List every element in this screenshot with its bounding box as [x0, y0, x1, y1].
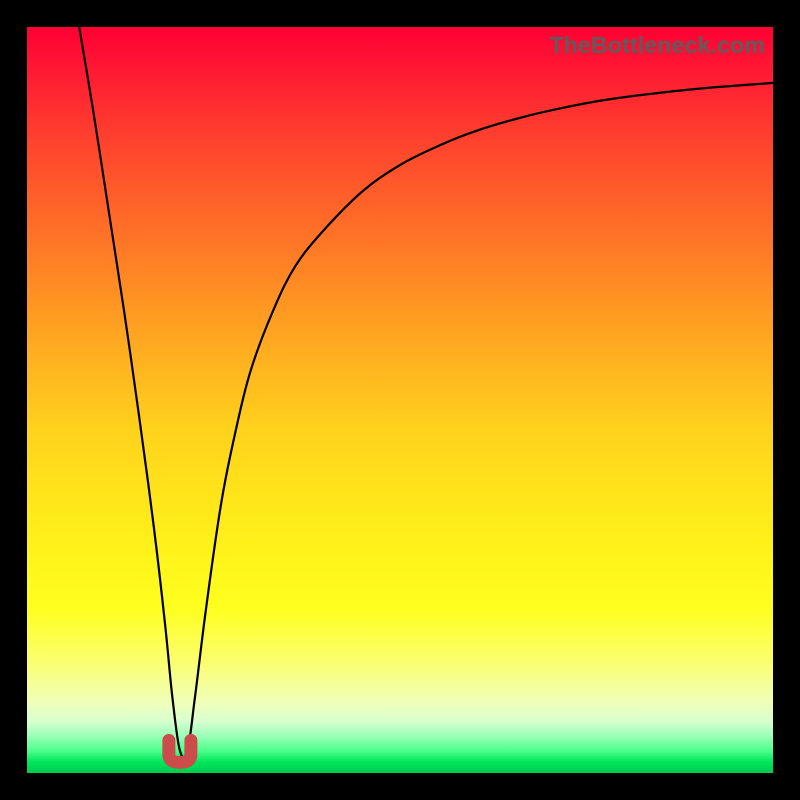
bottleneck-curve: [79, 27, 773, 758]
chart-frame: TheBottleneck.com: [0, 0, 800, 800]
plot-area: TheBottleneck.com: [27, 27, 773, 773]
curve-layer: [27, 27, 773, 773]
